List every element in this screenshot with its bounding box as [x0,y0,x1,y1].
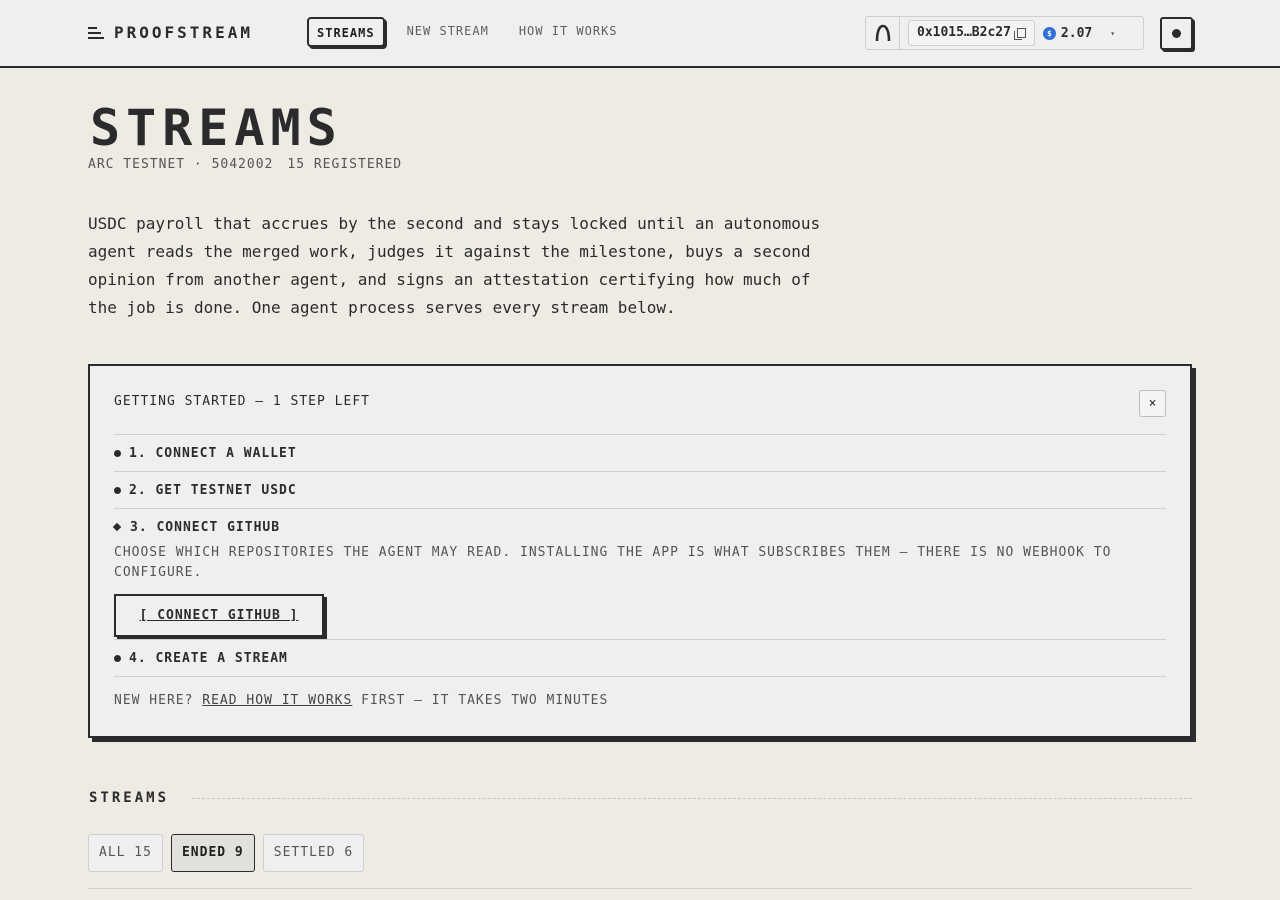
section-divider [192,798,1192,799]
page-title: STREAMS [90,99,343,157]
network-label: ARC TESTNET · 5042002 [88,157,274,172]
done-bullet-icon [114,486,121,494]
stacked-lines-icon [88,25,104,41]
filter-all[interactable]: ALL 15 [88,834,163,872]
step-get-usdc: 2. GET TESTNET USDC [114,471,1166,508]
theme-toggle-button[interactable] [1160,17,1193,50]
brand-logo[interactable]: PROOFSTREAM [88,23,253,42]
top-bar: PROOFSTREAM STREAMS NEW STREAM HOW IT WO… [0,0,1280,68]
arc-logo-icon [866,17,900,49]
step-label: 2. GET TESTNET USDC [129,482,297,498]
filter-ended[interactable]: ENDED 9 [170,834,255,872]
brand-name: PROOFSTREAM [114,23,253,42]
step-connect-github: 3. CONNECT GITHUB CHOOSE WHICH REPOSITOR… [112,508,1166,637]
footer-suffix: FIRST — IT TAKES TWO MINUTES [361,693,609,708]
footer-prefix: NEW HERE? [114,693,194,708]
step-create-stream: 4. CREATE A STREAM [114,639,1166,676]
stream-filters: ALL 15 ENDED 9 SETTLED 6 [88,834,365,872]
copy-icon[interactable] [1013,28,1026,40]
nav-streams[interactable]: STREAMS [307,17,385,47]
filter-settled[interactable]: SETTLED 6 [262,834,365,872]
getting-started-card: GETTING STARTED — 1 STEP LEFT × 1. CONNE… [88,364,1192,738]
step-connect-wallet: 1. CONNECT A WALLET [114,434,1166,471]
wallet-balance: $ 2.07 [1042,25,1093,41]
page-meta: ARC TESTNET · 5042002 15 REGISTERED [88,157,402,172]
how-it-works-link[interactable]: READ HOW IT WORKS [202,693,352,708]
caret-down-icon[interactable]: ▾ [1110,29,1115,38]
streams-section-title: STREAMS [89,790,170,806]
wallet-address-chip[interactable]: 0x1015…B2c27 [908,20,1035,46]
balance-value: 2.07 [1060,25,1093,41]
connect-github-button[interactable]: [ CONNECT GITHUB ] [114,594,324,637]
close-button[interactable]: × [1139,390,1166,417]
step-label: 3. CONNECT GITHUB [130,519,281,535]
nav-new-stream[interactable]: NEW STREAM [399,17,497,47]
intro-paragraph: USDC payroll that accrues by the second … [88,214,821,317]
current-step-icon [112,522,122,532]
wallet-address: 0x1015…B2c27 [917,25,1011,40]
card-footer: NEW HERE? READ HOW IT WORKS FIRST — IT T… [114,676,1166,708]
wallet-widget[interactable]: 0x1015…B2c27 $ 2.07 ▾ [865,16,1144,50]
list-divider [88,888,1192,889]
step-label: 1. CONNECT A WALLET [129,445,297,461]
usdc-icon: $ [1042,26,1056,40]
step-description: CHOOSE WHICH REPOSITORIES THE AGENT MAY … [114,545,1112,580]
circle-icon [1172,29,1181,38]
done-bullet-icon [114,654,121,662]
nav-how-it-works[interactable]: HOW IT WORKS [511,17,626,47]
registered-count: 15 REGISTERED [287,157,403,172]
done-bullet-icon [114,449,121,457]
step-label: 4. CREATE A STREAM [129,650,288,666]
card-heading: GETTING STARTED — 1 STEP LEFT [114,394,370,409]
main-nav: STREAMS NEW STREAM HOW IT WORKS [307,17,626,47]
